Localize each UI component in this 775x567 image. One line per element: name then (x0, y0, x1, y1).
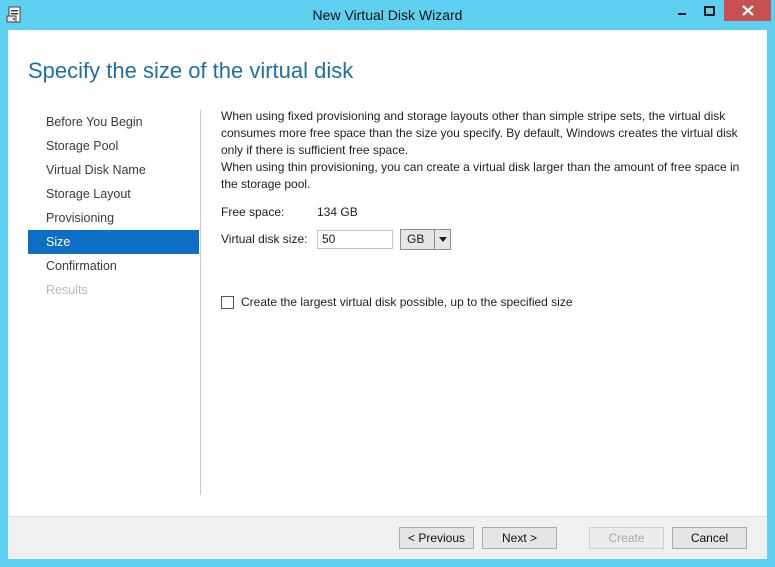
size-unit-value: GB (407, 232, 425, 246)
title-bar[interactable]: New Virtual Disk Wizard (0, 0, 775, 30)
step-storage-pool[interactable]: Storage Pool (28, 134, 199, 158)
step-size[interactable]: Size (28, 230, 199, 254)
maximize-icon (704, 5, 715, 16)
dropdown-arrow-icon (434, 229, 450, 249)
window-title: New Virtual Disk Wizard (312, 7, 463, 23)
free-space-row: Free space: 134 GB (221, 201, 358, 223)
create-button: Create (589, 527, 664, 549)
page-title: Specify the size of the virtual disk (28, 58, 354, 83)
minimize-icon (677, 12, 686, 15)
size-content-panel: When using fixed provisioning and storag… (221, 108, 751, 309)
fixed-provisioning-note: When using fixed provisioning and storag… (221, 109, 738, 157)
nav-divider (200, 110, 201, 495)
minimize-button[interactable] (668, 0, 695, 21)
step-before-you-begin[interactable]: Before You Begin (28, 110, 199, 134)
wizard-window: New Virtual Disk Wizard Specify the size… (0, 0, 775, 567)
previous-button[interactable]: < Previous (399, 527, 474, 549)
maximize-button[interactable] (696, 0, 723, 21)
wizard-footer: < Previous Next > Create Cancel (8, 516, 767, 559)
step-results: Results (46, 283, 88, 297)
virtual-disk-size-row: Virtual disk size: GB (221, 228, 451, 250)
free-space-value: 134 GB (317, 205, 358, 219)
size-unit-dropdown[interactable]: GB (400, 228, 451, 250)
cancel-button[interactable]: Cancel (672, 527, 747, 549)
virtual-disk-size-input[interactable] (317, 229, 393, 249)
next-button[interactable]: Next > (482, 527, 557, 549)
largest-disk-checkbox-label: Create the largest virtual disk possible… (241, 295, 573, 309)
step-storage-layout[interactable]: Storage Layout (28, 182, 199, 206)
virtual-disk-size-label: Virtual disk size: (221, 232, 308, 246)
wizard-client-area: Specify the size of the virtual disk Bef… (8, 30, 767, 559)
step-virtual-disk-name[interactable]: Virtual Disk Name (28, 158, 199, 182)
largest-disk-option[interactable]: Create the largest virtual disk possible… (221, 295, 573, 309)
largest-disk-checkbox[interactable] (221, 295, 234, 309)
free-space-label: Free space: (221, 205, 285, 219)
step-provisioning[interactable]: Provisioning (28, 206, 199, 230)
close-icon (741, 5, 754, 16)
close-button[interactable] (724, 0, 771, 21)
wizard-steps-nav: Before You Begin Storage Pool Virtual Di… (28, 110, 199, 302)
step-confirmation[interactable]: Confirmation (28, 254, 199, 278)
thin-provisioning-note: When using thin provisioning, you can cr… (221, 160, 740, 191)
